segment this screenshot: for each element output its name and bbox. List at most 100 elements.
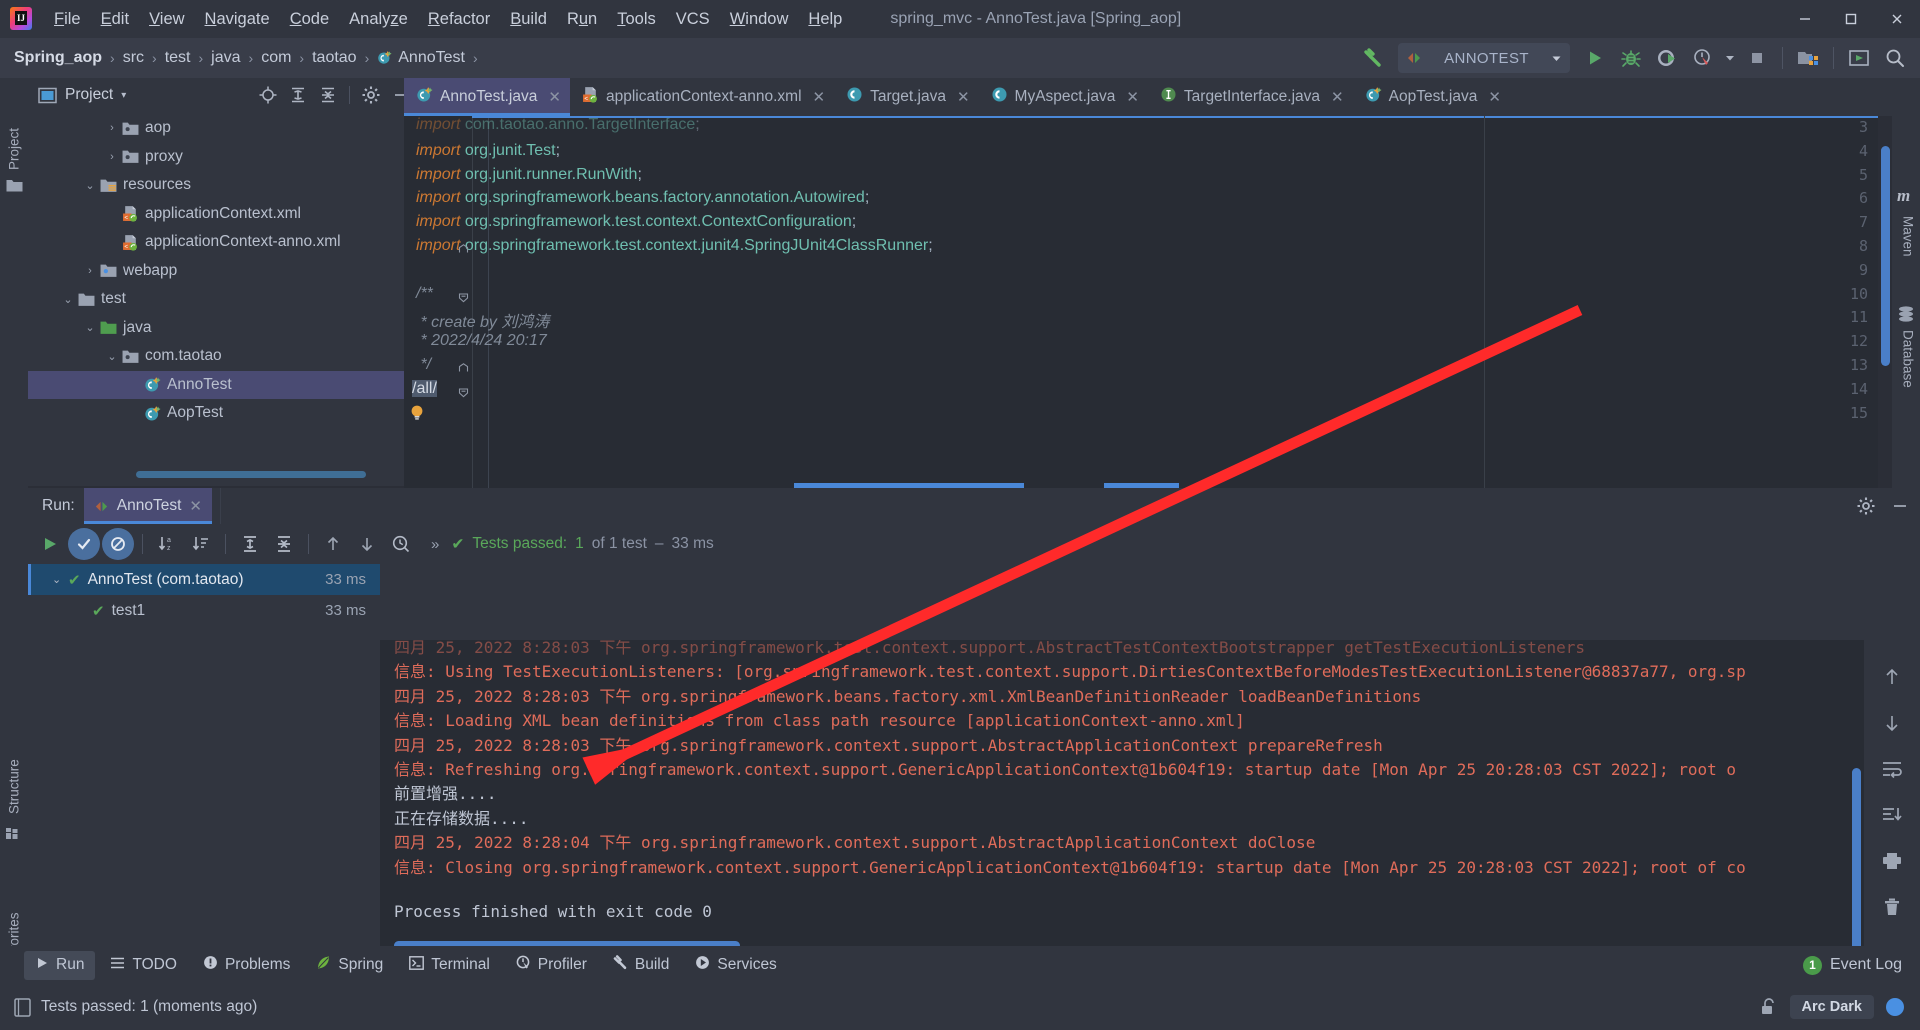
- menu-item-run[interactable]: Run: [557, 7, 607, 32]
- build-hammer-icon[interactable]: [1356, 41, 1390, 75]
- run-with-coverage-button[interactable]: [1650, 41, 1684, 75]
- tree-expand-arrow-icon[interactable]: ›: [104, 122, 120, 134]
- project-tree-item[interactable]: ⌄ java: [28, 314, 420, 343]
- project-panel-caret-icon[interactable]: ▾: [121, 90, 126, 101]
- tool-window-structure[interactable]: Structure: [0, 718, 28, 814]
- maximize-button[interactable]: [1828, 0, 1874, 38]
- fold-marker-icon[interactable]: [458, 290, 470, 302]
- project-tree-item[interactable]: < applicationContext-anno.xml: [28, 228, 420, 257]
- close-button[interactable]: [1874, 0, 1920, 38]
- tree-expand-arrow-icon[interactable]: ›: [104, 151, 120, 163]
- run-configuration-selector[interactable]: ANNOTEST: [1398, 43, 1570, 73]
- bottom-bar-problems[interactable]: Problems: [192, 950, 301, 980]
- unlock-icon[interactable]: [1760, 997, 1778, 1017]
- bottom-bar-spring[interactable]: Spring: [305, 950, 394, 980]
- bottom-bar-todo[interactable]: TODO: [99, 951, 188, 980]
- minimize-button[interactable]: [1782, 0, 1828, 38]
- project-tree-item[interactable]: › proxy: [28, 143, 420, 172]
- tool-window-maven[interactable]: Maven: [1894, 216, 1920, 288]
- menu-item-build[interactable]: Build: [500, 7, 557, 32]
- bottom-bar-profiler[interactable]: Profiler: [505, 950, 598, 980]
- fold-marker-icon[interactable]: [458, 242, 470, 254]
- breadcrumb-item-spring-aop[interactable]: Spring_aop: [14, 49, 102, 67]
- menu-item-file[interactable]: File: [44, 7, 91, 32]
- debug-button[interactable]: [1614, 41, 1648, 75]
- tool-window-project[interactable]: Project: [0, 84, 28, 170]
- expand-all-icon[interactable]: [285, 82, 311, 108]
- menu-item-help[interactable]: Help: [798, 7, 852, 32]
- project-tree-hscrollbar[interactable]: [136, 471, 366, 478]
- tree-expand-arrow-icon[interactable]: ⌄: [82, 321, 98, 334]
- event-log-label[interactable]: Event Log: [1830, 956, 1902, 974]
- console-vscrollbar[interactable]: [1852, 768, 1861, 953]
- menu-item-navigate[interactable]: Navigate: [195, 7, 280, 32]
- editor-tab-aoptest-java[interactable]: AopTest.java ✕: [1353, 78, 1510, 116]
- soft-wrap-icon[interactable]: [1864, 746, 1920, 792]
- updates-button[interactable]: [1842, 41, 1876, 75]
- close-icon[interactable]: ✕: [1331, 88, 1344, 106]
- event-log-area[interactable]: 1 Event Log: [1802, 955, 1902, 975]
- editor-tab-target-java[interactable]: Target.java ✕: [834, 78, 978, 116]
- more-actions-icon[interactable]: »: [431, 536, 439, 553]
- tree-expand-arrow-icon[interactable]: ⌄: [82, 179, 98, 192]
- editor-tab-applicationcontext-anno-xml[interactable]: < applicationContext-anno.xml ✕: [570, 78, 834, 116]
- menu-item-edit[interactable]: Edit: [91, 7, 139, 32]
- collapse-all-icon[interactable]: [315, 82, 341, 108]
- fold-marker-icon[interactable]: [458, 361, 470, 373]
- close-icon[interactable]: ✕: [813, 88, 826, 106]
- close-icon[interactable]: ✕: [957, 88, 970, 106]
- project-tree-item[interactable]: AnnoTest: [28, 370, 420, 399]
- project-tree-item[interactable]: › aop: [28, 114, 420, 143]
- search-everywhere-icon[interactable]: [1878, 41, 1912, 75]
- console-output[interactable]: 四月 25, 2022 8:28:03 下午 org.springframewo…: [380, 640, 1864, 953]
- bottom-bar-run[interactable]: Run: [24, 950, 96, 980]
- next-failed-test-button[interactable]: [351, 528, 383, 560]
- locate-icon[interactable]: [255, 82, 281, 108]
- menu-item-vcs[interactable]: VCS: [666, 7, 720, 32]
- tree-expand-arrow-icon[interactable]: ›: [82, 265, 98, 277]
- menu-item-analyze[interactable]: Analyze: [339, 7, 418, 32]
- code-editor[interactable]: 3 import com.taotao.anno.TargetInterface;…: [404, 116, 1892, 488]
- profiler-dropdown-icon[interactable]: [1722, 41, 1738, 75]
- show-ignored-toggle[interactable]: [102, 528, 134, 560]
- run-tab-annotest[interactable]: AnnoTest ✕: [83, 488, 213, 524]
- test-tree-row[interactable]: ✔ test1 33 ms: [28, 595, 380, 626]
- close-icon[interactable]: ✕: [1488, 88, 1501, 106]
- tree-expand-arrow-icon[interactable]: ⌄: [52, 573, 68, 586]
- editor-tab-targetinterface-java[interactable]: TargetInterface.java ✕: [1148, 78, 1353, 116]
- breadcrumb-item-src[interactable]: src: [123, 49, 144, 67]
- menu-item-code[interactable]: Code: [280, 7, 339, 32]
- tree-expand-arrow-icon[interactable]: ⌄: [60, 293, 76, 306]
- breadcrumb-item-taotao[interactable]: taotao: [312, 49, 356, 67]
- stop-button[interactable]: [1740, 41, 1774, 75]
- tree-expand-arrow-icon[interactable]: ⌄: [104, 350, 120, 363]
- hide-panel-icon[interactable]: [1886, 492, 1914, 520]
- project-tree-item[interactable]: ⌄ resources: [28, 171, 420, 200]
- bottom-bar-terminal[interactable]: Terminal: [398, 951, 501, 980]
- project-structure-button[interactable]: [1791, 41, 1825, 75]
- menu-item-window[interactable]: Window: [720, 7, 799, 32]
- project-tree-item[interactable]: › webapp: [28, 257, 420, 286]
- editor-tab-myaspect-java[interactable]: MyAspect.java ✕: [979, 78, 1148, 116]
- sort-by-duration-button[interactable]: [185, 528, 217, 560]
- menu-item-tools[interactable]: Tools: [607, 7, 666, 32]
- scroll-to-end-icon[interactable]: [1864, 792, 1920, 838]
- run-button[interactable]: [1578, 41, 1612, 75]
- bottom-bar-build[interactable]: Build: [602, 950, 680, 980]
- test-history-button[interactable]: [385, 528, 417, 560]
- breadcrumb-item-annotest[interactable]: AnnoTest: [377, 49, 465, 67]
- sort-alphabetically-button[interactable]: a z: [151, 528, 183, 560]
- breadcrumb-item-java[interactable]: java: [211, 49, 240, 67]
- close-icon[interactable]: ✕: [548, 88, 561, 106]
- close-icon[interactable]: ✕: [1126, 88, 1139, 106]
- bottom-bar-services[interactable]: Services: [684, 950, 787, 980]
- rerun-button[interactable]: [34, 528, 66, 560]
- project-tree-item[interactable]: < applicationContext.xml: [28, 200, 420, 229]
- scroll-up-icon[interactable]: [1864, 654, 1920, 700]
- trash-icon[interactable]: [1864, 884, 1920, 930]
- editor-scroll-gutter[interactable]: [1878, 116, 1892, 488]
- test-tree-row[interactable]: ⌄ ✔ AnnoTest (com.taotao) 33 ms: [28, 564, 380, 595]
- gear-icon[interactable]: [1852, 492, 1880, 520]
- show-passed-toggle[interactable]: [68, 528, 100, 560]
- fold-marker-icon[interactable]: [458, 385, 470, 398]
